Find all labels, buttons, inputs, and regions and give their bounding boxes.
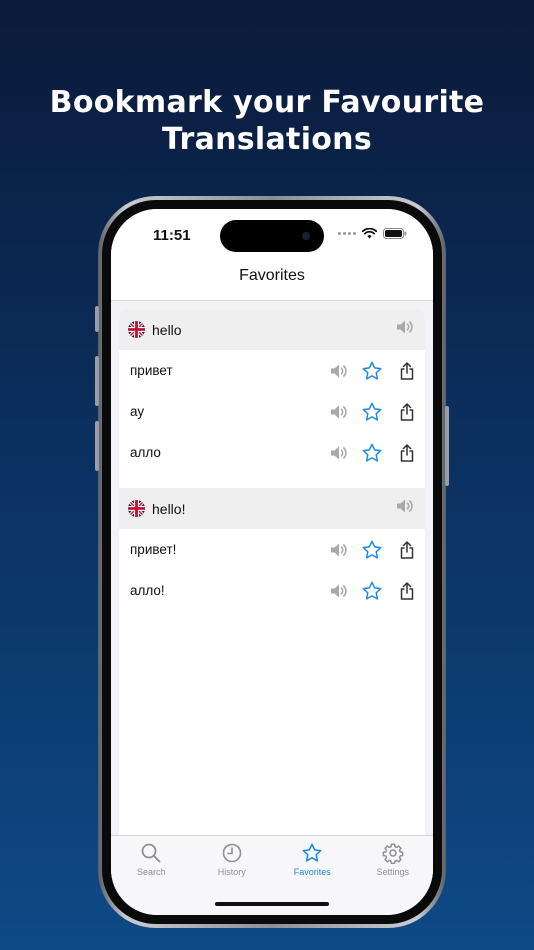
share-icon[interactable] bbox=[383, 581, 415, 600]
battery-icon bbox=[383, 228, 407, 239]
speaker-icon[interactable] bbox=[329, 581, 349, 601]
uk-flag-icon bbox=[128, 500, 145, 517]
translation-text: алло bbox=[130, 445, 161, 460]
share-icon[interactable] bbox=[383, 443, 415, 462]
tab-label: History bbox=[217, 867, 246, 877]
promo-headline: Bookmark your Favourite Translations bbox=[0, 84, 534, 158]
status-bar: 11:51 bbox=[111, 209, 433, 259]
phone-frame: 11:51 Favorites hello привет ау алло hel… bbox=[95, 196, 449, 928]
source-phrase-row[interactable]: hello! bbox=[119, 488, 425, 529]
favorite-group: hello привет ау алло bbox=[119, 309, 425, 473]
source-text: hello! bbox=[152, 500, 186, 517]
tab-search[interactable]: Search bbox=[111, 840, 192, 886]
tab-history[interactable]: History bbox=[192, 840, 273, 886]
speaker-icon[interactable] bbox=[395, 317, 415, 342]
power-button bbox=[445, 406, 449, 486]
speaker-icon[interactable] bbox=[329, 361, 349, 381]
translation-text: ау bbox=[130, 404, 145, 419]
tab-label: Favorites bbox=[293, 867, 331, 877]
uk-flag-icon bbox=[128, 321, 145, 338]
translation-text: привет! bbox=[130, 542, 177, 557]
tab-settings[interactable]: Settings bbox=[353, 840, 434, 886]
share-icon[interactable] bbox=[383, 361, 415, 380]
search-icon bbox=[141, 843, 161, 863]
headline-line-2: Translations bbox=[162, 122, 372, 157]
headline-line-1: Bookmark your Favourite bbox=[49, 85, 485, 120]
volume-down-button bbox=[95, 421, 99, 471]
source-text: hello bbox=[152, 321, 182, 338]
tab-label: Settings bbox=[376, 867, 410, 877]
volume-up-button bbox=[95, 356, 99, 406]
signal-icon bbox=[338, 232, 356, 235]
favorite-star-icon[interactable] bbox=[349, 539, 383, 561]
gear-icon bbox=[382, 843, 404, 864]
translation-text: алло! bbox=[130, 583, 165, 598]
navigation-bar: Favorites bbox=[111, 259, 433, 301]
star-icon bbox=[302, 843, 322, 862]
favorite-star-icon[interactable] bbox=[349, 442, 383, 464]
favorite-group: hello! привет! алло! bbox=[119, 488, 425, 611]
translation-row[interactable]: привет bbox=[119, 350, 425, 391]
status-icons bbox=[338, 228, 407, 239]
tab-label: Search bbox=[136, 867, 166, 877]
share-icon[interactable] bbox=[383, 540, 415, 559]
dynamic-island bbox=[220, 220, 324, 252]
favorites-list: hello привет ау алло hello! привет! алло… bbox=[119, 309, 425, 849]
tab-bar: Search History Favorites Settings bbox=[111, 835, 433, 915]
translation-row[interactable]: привет! bbox=[119, 529, 425, 570]
tab-favorites[interactable]: Favorites bbox=[272, 840, 353, 886]
page-title: Favorites bbox=[239, 267, 305, 284]
translation-row[interactable]: ау bbox=[119, 391, 425, 432]
translation-text: привет bbox=[130, 363, 173, 378]
speaker-icon[interactable] bbox=[395, 496, 415, 521]
speaker-icon[interactable] bbox=[329, 540, 349, 560]
status-time: 11:51 bbox=[153, 227, 191, 244]
side-button bbox=[95, 306, 99, 332]
home-indicator bbox=[215, 902, 329, 906]
favorite-star-icon[interactable] bbox=[349, 360, 383, 382]
wifi-icon bbox=[362, 228, 377, 239]
speaker-icon[interactable] bbox=[329, 443, 349, 463]
favorite-star-icon[interactable] bbox=[349, 580, 383, 602]
source-phrase-row[interactable]: hello bbox=[119, 309, 425, 350]
translation-row[interactable]: алло! bbox=[119, 570, 425, 611]
translation-row[interactable]: алло bbox=[119, 432, 425, 473]
clock-icon bbox=[222, 843, 242, 863]
speaker-icon[interactable] bbox=[329, 402, 349, 422]
app-screen: 11:51 Favorites hello привет ау алло hel… bbox=[111, 209, 433, 915]
share-icon[interactable] bbox=[383, 402, 415, 421]
favorite-star-icon[interactable] bbox=[349, 401, 383, 423]
